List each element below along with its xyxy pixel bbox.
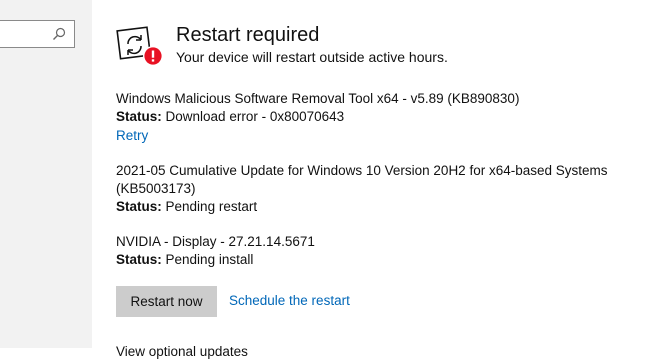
search-input[interactable] (0, 20, 75, 48)
update-name: Windows Malicious Software Removal Tool … (116, 91, 520, 106)
status-label: Status: (116, 252, 162, 267)
sidebar (0, 0, 92, 348)
status-label: Status: (116, 199, 162, 214)
update-name-line-1: 2021-05 Cumulative Update for Windows 10… (116, 163, 608, 178)
retry-link[interactable]: Retry (116, 127, 148, 145)
update-name: NVIDIA - Display - 27.21.14.5671 (116, 234, 315, 249)
update-item: Windows Malicious Software Removal Tool … (116, 90, 519, 126)
page-title: Restart required (176, 24, 320, 46)
status-value: Pending restart (165, 199, 258, 214)
update-item: 2021-05 Cumulative Update for Windows 10… (116, 162, 636, 216)
update-name-line-2: (KB5003173) (116, 181, 196, 196)
search-icon[interactable] (52, 27, 66, 41)
status-value: Download error - 0x80070643 (165, 109, 345, 124)
update-item: NVIDIA - Display - 27.21.14.5671 Status:… (116, 233, 315, 269)
view-optional-updates-link[interactable]: View optional updates (116, 343, 248, 361)
status-label: Status: (116, 109, 162, 124)
clipped-heading (148, 0, 298, 2)
restart-subtitle: Your device will restart outside active … (176, 49, 448, 65)
status-value: Pending install (165, 252, 254, 267)
restart-now-button[interactable]: Restart now (116, 286, 217, 317)
schedule-restart-link[interactable]: Schedule the restart (229, 292, 350, 310)
restart-required-icon (116, 26, 163, 66)
